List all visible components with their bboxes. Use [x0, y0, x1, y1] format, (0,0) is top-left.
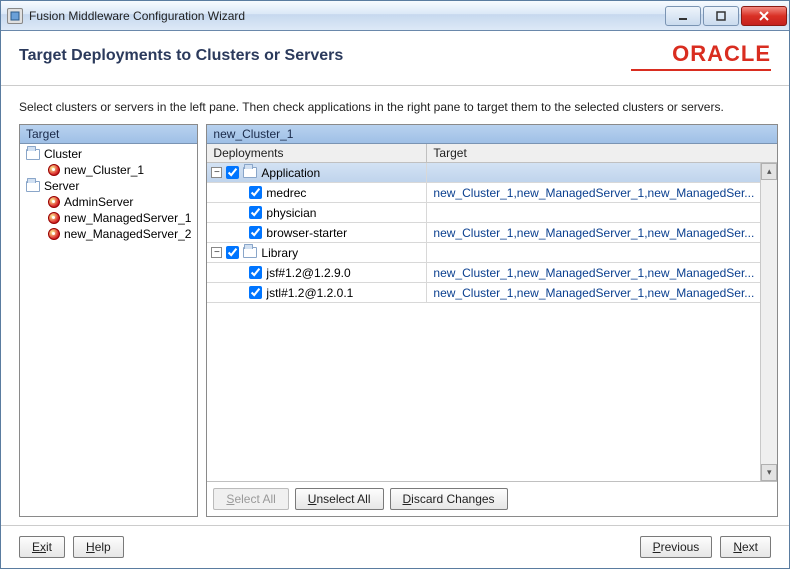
tree-item[interactable]: new_ManagedServer_2 [22, 226, 195, 242]
target-pane-title: Target [20, 125, 197, 144]
instructions-text: Select clusters or servers in the left p… [1, 86, 789, 124]
row-target [427, 203, 760, 222]
group-target-cell [427, 163, 760, 182]
group-target-cell [427, 243, 760, 262]
maximize-button[interactable] [703, 6, 739, 26]
scroll-down-icon[interactable]: ▾ [761, 464, 777, 481]
folder-icon [26, 181, 40, 192]
group-label: Library [261, 246, 298, 260]
tree-item[interactable]: AdminServer [22, 194, 195, 210]
wizard-footer: Exit Help Previous Next [1, 525, 789, 568]
target-icon [48, 196, 60, 208]
deployments-pane-title: new_Cluster_1 [207, 125, 777, 144]
tree-group-label: Cluster [44, 147, 82, 161]
target-icon [48, 164, 60, 176]
deployments-group-application[interactable]: − Application [207, 163, 760, 183]
brand-logo: ORACLE [631, 41, 771, 71]
page-title: Target Deployments to Clusters or Server… [19, 41, 343, 65]
col-deployments[interactable]: Deployments [207, 144, 427, 162]
tree-group-label: Server [44, 179, 79, 193]
wizard-window: Fusion Middleware Configuration Wizard T… [0, 0, 790, 569]
row-label: medrec [266, 186, 306, 200]
row-checkbox[interactable] [249, 286, 262, 299]
tree-item-label: new_ManagedServer_2 [64, 227, 191, 241]
minimize-button[interactable] [665, 6, 701, 26]
tree-item-label: new_Cluster_1 [64, 163, 144, 177]
folder-icon [243, 167, 257, 178]
row-checkbox[interactable] [249, 186, 262, 199]
previous-button[interactable]: Previous [640, 536, 713, 558]
tree-group-server[interactable]: Server [22, 178, 195, 194]
deployments-table-body: − Application medrec new_Cluster_1,new_M… [207, 163, 777, 481]
target-icon [48, 228, 60, 240]
group-checkbox[interactable] [226, 166, 239, 179]
vertical-scrollbar[interactable]: ▴ ▾ [760, 163, 777, 481]
select-all-button: Select All [213, 488, 288, 510]
row-checkbox[interactable] [249, 266, 262, 279]
group-checkbox[interactable] [226, 246, 239, 259]
titlebar[interactable]: Fusion Middleware Configuration Wizard [1, 1, 789, 31]
deployments-pane: new_Cluster_1 Deployments Target − Appli… [206, 124, 778, 517]
unselect-all-button[interactable]: Unselect All [295, 488, 384, 510]
deployments-group-library[interactable]: − Library [207, 243, 760, 263]
row-target: new_Cluster_1,new_ManagedServer_1,new_Ma… [427, 263, 760, 282]
exit-button[interactable]: Exit [19, 536, 65, 558]
help-button[interactable]: Help [73, 536, 124, 558]
window-title: Fusion Middleware Configuration Wizard [29, 9, 665, 23]
brand-text: ORACLE [631, 41, 771, 67]
row-target: new_Cluster_1,new_ManagedServer_1,new_Ma… [427, 183, 760, 202]
brand-underline [631, 69, 771, 71]
tree-item[interactable]: new_Cluster_1 [22, 162, 195, 178]
collapse-icon[interactable]: − [211, 167, 222, 178]
close-button[interactable] [741, 6, 787, 26]
app-icon [7, 8, 23, 24]
folder-icon [26, 149, 40, 160]
target-tree-pane: Target Cluster new_Cluster_1 Server [19, 124, 198, 517]
tree-item-label: new_ManagedServer_1 [64, 211, 191, 225]
scroll-up-icon[interactable]: ▴ [761, 163, 777, 180]
row-checkbox[interactable] [249, 206, 262, 219]
col-target[interactable]: Target [427, 144, 777, 162]
table-row[interactable]: physician [207, 203, 760, 223]
folder-icon [243, 247, 257, 258]
row-target: new_Cluster_1,new_ManagedServer_1,new_Ma… [427, 283, 760, 302]
row-label: jstl#1.2@1.2.0.1 [266, 286, 353, 300]
target-icon [48, 212, 60, 224]
row-label: physician [266, 206, 316, 220]
tree-item-label: AdminServer [64, 195, 133, 209]
table-row[interactable]: medrec new_Cluster_1,new_ManagedServer_1… [207, 183, 760, 203]
discard-changes-button[interactable]: Discard Changes [390, 488, 508, 510]
row-target: new_Cluster_1,new_ManagedServer_1,new_Ma… [427, 223, 760, 242]
tree-item[interactable]: new_ManagedServer_1 [22, 210, 195, 226]
row-checkbox[interactable] [249, 226, 262, 239]
row-label: jsf#1.2@1.2.9.0 [266, 266, 350, 280]
deployments-buttons: Select All Unselect All Discard Changes [207, 481, 777, 516]
collapse-icon[interactable]: − [211, 247, 222, 258]
table-row[interactable]: jsf#1.2@1.2.9.0 new_Cluster_1,new_Manage… [207, 263, 760, 283]
table-row[interactable]: jstl#1.2@1.2.0.1 new_Cluster_1,new_Manag… [207, 283, 760, 303]
window-controls [665, 6, 787, 26]
group-label: Application [261, 166, 320, 180]
tree-group-cluster[interactable]: Cluster [22, 146, 195, 162]
table-row[interactable]: browser-starter new_Cluster_1,new_Manage… [207, 223, 760, 243]
target-tree[interactable]: Cluster new_Cluster_1 Server AdminServer [20, 144, 197, 516]
next-button[interactable]: Next [720, 536, 771, 558]
deployments-column-header: Deployments Target [207, 144, 777, 163]
page-header: Target Deployments to Clusters or Server… [1, 31, 789, 86]
main-area: Target Cluster new_Cluster_1 Server [1, 124, 789, 525]
row-label: browser-starter [266, 226, 347, 240]
deployments-scroll-area[interactable]: − Application medrec new_Cluster_1,new_M… [207, 163, 760, 481]
